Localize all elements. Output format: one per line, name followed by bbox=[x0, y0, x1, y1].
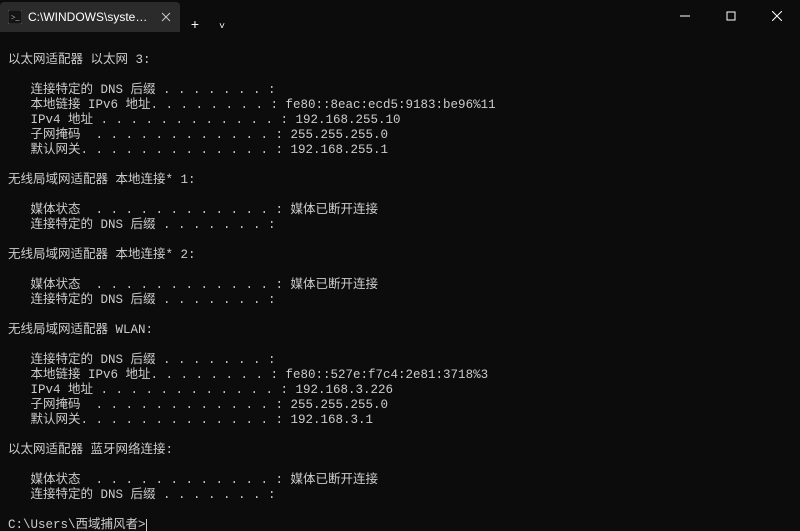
tab-title: C:\WINDOWS\system32\cmd. bbox=[28, 10, 155, 24]
adapter-property-line: 媒体状态 . . . . . . . . . . . . : 媒体已断开连接 bbox=[8, 278, 792, 293]
blank-line bbox=[8, 38, 792, 53]
blank-line bbox=[8, 503, 792, 518]
blank-line bbox=[8, 158, 792, 173]
adapter-property-line: 本地链接 IPv6 地址. . . . . . . . : fe80::8eac… bbox=[8, 98, 792, 113]
adapter-property-line: 子网掩码 . . . . . . . . . . . . : 255.255.2… bbox=[8, 398, 792, 413]
new-tab-button[interactable]: + bbox=[180, 16, 210, 32]
adapter-header: 以太网适配器 以太网 3: bbox=[8, 53, 792, 68]
adapter-header: 无线局域网适配器 本地连接* 2: bbox=[8, 248, 792, 263]
adapter-property-line: 连接特定的 DNS 后缀 . . . . . . . : bbox=[8, 488, 792, 503]
svg-text:>_: >_ bbox=[11, 13, 21, 22]
adapter-property-line: 默认网关. . . . . . . . . . . . . : 192.168.… bbox=[8, 413, 792, 428]
tab-dropdown-button[interactable]: ˅ bbox=[210, 21, 234, 32]
adapter-property-line: 媒体状态 . . . . . . . . . . . . : 媒体已断开连接 bbox=[8, 473, 792, 488]
blank-line bbox=[8, 68, 792, 83]
window: >_ C:\WINDOWS\system32\cmd. + ˅ bbox=[0, 0, 800, 531]
titlebar-drag-area[interactable] bbox=[234, 0, 662, 32]
blank-line bbox=[8, 233, 792, 248]
adapter-header: 无线局域网适配器 WLAN: bbox=[8, 323, 792, 338]
tab-close-button[interactable] bbox=[161, 10, 172, 24]
adapter-property-line: IPv4 地址 . . . . . . . . . . . . : 192.16… bbox=[8, 383, 792, 398]
adapter-property-line: 默认网关. . . . . . . . . . . . . : 192.168.… bbox=[8, 143, 792, 158]
cmd-icon: >_ bbox=[8, 10, 22, 24]
prompt-line[interactable]: C:\Users\西域捕风者> bbox=[8, 518, 792, 531]
chevron-down-icon: ˅ bbox=[219, 21, 225, 32]
tab-strip: >_ C:\WINDOWS\system32\cmd. + ˅ bbox=[0, 0, 234, 32]
terminal-viewport[interactable]: 以太网适配器 以太网 3: 连接特定的 DNS 后缀 . . . . . . .… bbox=[0, 32, 800, 531]
window-controls bbox=[662, 0, 800, 32]
close-icon bbox=[772, 11, 782, 21]
adapter-header: 以太网适配器 蓝牙网络连接: bbox=[8, 443, 792, 458]
blank-line bbox=[8, 338, 792, 353]
blank-line bbox=[8, 188, 792, 203]
maximize-button[interactable] bbox=[708, 0, 754, 32]
plus-icon: + bbox=[191, 16, 199, 32]
maximize-icon bbox=[726, 11, 736, 21]
adapter-property-line: IPv4 地址 . . . . . . . . . . . . : 192.16… bbox=[8, 113, 792, 128]
adapter-property-line: 连接特定的 DNS 后缀 . . . . . . . : bbox=[8, 293, 792, 308]
adapter-property-line: 媒体状态 . . . . . . . . . . . . : 媒体已断开连接 bbox=[8, 203, 792, 218]
titlebar: >_ C:\WINDOWS\system32\cmd. + ˅ bbox=[0, 0, 800, 32]
blank-line bbox=[8, 308, 792, 323]
text-cursor bbox=[146, 519, 147, 531]
tab-cmd[interactable]: >_ C:\WINDOWS\system32\cmd. bbox=[0, 2, 180, 32]
blank-line bbox=[8, 458, 792, 473]
adapter-property-line: 连接特定的 DNS 后缀 . . . . . . . : bbox=[8, 353, 792, 368]
minimize-button[interactable] bbox=[662, 0, 708, 32]
prompt-text: C:\Users\西域捕风者> bbox=[8, 518, 146, 531]
adapter-header: 无线局域网适配器 本地连接* 1: bbox=[8, 173, 792, 188]
adapter-property-line: 子网掩码 . . . . . . . . . . . . : 255.255.2… bbox=[8, 128, 792, 143]
blank-line bbox=[8, 428, 792, 443]
adapter-property-line: 连接特定的 DNS 后缀 . . . . . . . : bbox=[8, 83, 792, 98]
close-button[interactable] bbox=[754, 0, 800, 32]
adapter-property-line: 本地链接 IPv6 地址. . . . . . . . : fe80::527e… bbox=[8, 368, 792, 383]
adapter-property-line: 连接特定的 DNS 后缀 . . . . . . . : bbox=[8, 218, 792, 233]
blank-line bbox=[8, 263, 792, 278]
minimize-icon bbox=[680, 11, 690, 21]
